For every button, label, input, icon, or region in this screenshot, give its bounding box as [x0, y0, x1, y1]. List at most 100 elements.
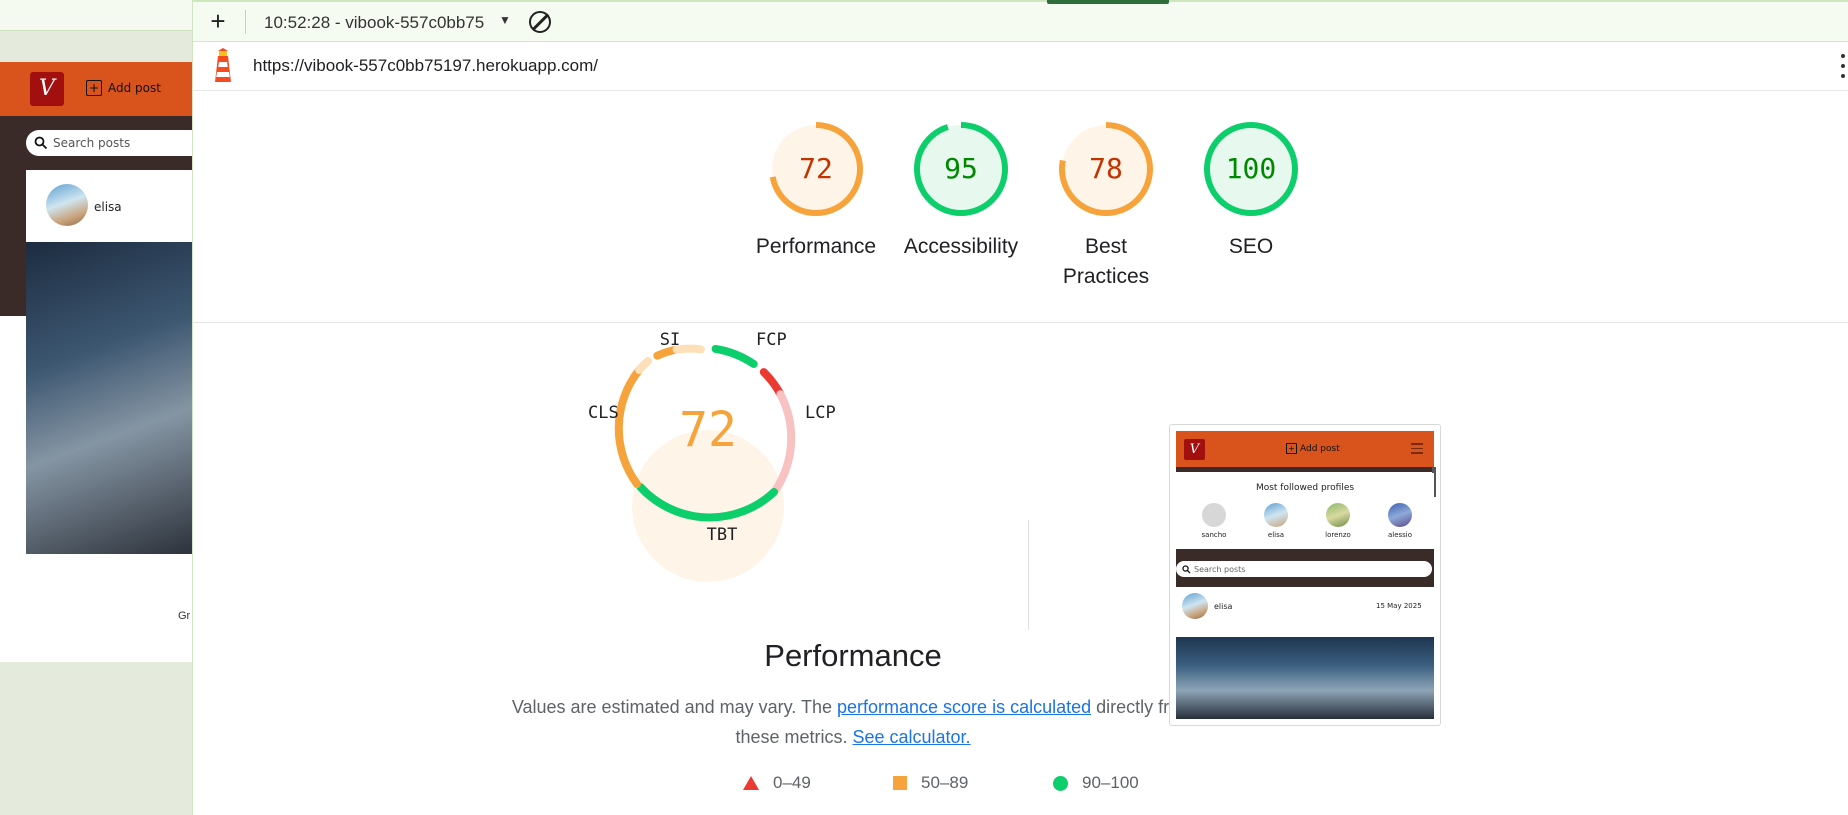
lighthouse-report-panel: + 10:52:28 - vibook-557c0bb75 ▼ https://…: [192, 0, 1848, 815]
most-followed-title: Most followed profiles: [1255, 483, 1355, 493]
gauge-accessibility-ring: 95: [914, 122, 1008, 216]
avatar: [1388, 503, 1412, 527]
screenshot-profile: elisa: [1256, 503, 1296, 539]
circle-icon: [1053, 775, 1068, 791]
metric-label-lcp: LCP: [805, 403, 836, 423]
report-url-bar: https://vibook-557c0bb75197.herokuapp.co…: [193, 42, 1848, 91]
avatar: [1202, 503, 1226, 527]
screenshot-most-followed: Most followed profiles sancho elisa lore…: [1176, 473, 1434, 549]
performance-title: Performance: [764, 638, 942, 673]
gauge-label: Performance: [755, 235, 877, 258]
metric-label-cls: CLS: [588, 403, 619, 423]
active-indicator: [1047, 0, 1169, 4]
performance-score: 72: [679, 402, 737, 458]
screenshot-search: Search posts: [1176, 561, 1432, 577]
gauge-performance[interactable]: 72 Performance: [751, 120, 881, 262]
screenshot-header: V + Add post: [1176, 431, 1434, 467]
score-gauges: 72 Performance 95 Accessibility 78 Best …: [193, 90, 1848, 323]
section-divider: [1028, 520, 1029, 630]
avatar[interactable]: [46, 184, 88, 226]
screenshot-logo: V: [1184, 439, 1205, 460]
triangle-icon: [743, 776, 759, 790]
background-app: V + Add post Search posts elisa Gr: [0, 62, 192, 662]
screenshot-add-post-label: Add post: [1300, 443, 1340, 454]
gauge-best-practices[interactable]: 78 Best Practices: [1041, 120, 1171, 292]
lcp-segment-remaining: [771, 390, 796, 494]
legend-average: 50–89: [893, 773, 968, 793]
app-logo[interactable]: V: [30, 72, 64, 106]
more-options-icon[interactable]: [1841, 52, 1845, 80]
clear-reports-icon[interactable]: [529, 11, 551, 33]
final-screenshot-thumbnail[interactable]: V + Add post Most followed profiles sanc…: [1169, 424, 1441, 726]
performance-score-link[interactable]: performance score is calculated: [837, 697, 1091, 717]
legend-range: 50–89: [921, 773, 969, 792]
search-icon: [1182, 564, 1191, 573]
see-calculator-link[interactable]: See calculator.: [852, 727, 970, 747]
description-text: Values are estimated and may vary. The: [511, 697, 837, 717]
add-post-button[interactable]: + Add post: [86, 80, 161, 96]
profile-name: lorenzo: [1325, 531, 1351, 539]
cls-segment-remaining: [635, 357, 652, 374]
gauge-score: 78: [1089, 152, 1123, 185]
screenshot-profile: sancho: [1194, 503, 1234, 539]
report-selector[interactable]: 10:52:28 - vibook-557c0bb75: [264, 13, 494, 33]
gauge-score: 100: [1226, 152, 1277, 185]
post-image[interactable]: [26, 242, 192, 554]
report-toolbar: + 10:52:28 - vibook-557c0bb75 ▼: [193, 0, 1848, 42]
profile-name: alessio: [1387, 531, 1413, 539]
screenshot-profile: alessio: [1380, 503, 1420, 539]
screenshot-post-image: [1176, 637, 1434, 719]
gauge-seo-ring: 100: [1204, 122, 1298, 216]
metric-label-fcp: FCP: [756, 330, 787, 350]
search-input[interactable]: Search posts: [26, 130, 192, 156]
gauge-performance-ring: 72: [769, 122, 863, 216]
profile-name: sancho: [1201, 531, 1227, 539]
chevron-down-icon[interactable]: ▼: [499, 13, 511, 27]
hamburger-icon: [1411, 443, 1423, 454]
search-placeholder: Search posts: [53, 136, 131, 150]
legend-fail: 0–49: [743, 773, 811, 793]
gauge-label: Best Practices: [1062, 235, 1150, 288]
gauge-accessibility[interactable]: 95 Accessibility: [896, 120, 1026, 262]
screenshot-strip: [1176, 467, 1434, 472]
gauge-score: 95: [944, 152, 978, 185]
performance-metrics-gauge: FCP SI LCP CLS TBT 72: [588, 330, 836, 582]
screenshot-add-post: + Add post: [1286, 443, 1340, 454]
toolbar-divider: [245, 10, 246, 34]
post-text-fragment: Gr: [178, 610, 191, 622]
square-icon: [893, 776, 907, 790]
legend-range: 90–100: [1082, 773, 1139, 792]
gauge-label: Accessibility: [903, 235, 1019, 258]
legend-pass: 90–100: [1053, 773, 1139, 793]
profile-name: elisa: [1267, 531, 1285, 539]
report-url[interactable]: https://vibook-557c0bb75197.herokuapp.co…: [253, 56, 598, 76]
gauge-score: 72: [799, 152, 833, 185]
screenshot-post-user: elisa: [1214, 602, 1233, 611]
performance-description: Values are estimated and may vary. The p…: [508, 692, 1198, 752]
score-legend: 0–49 50–89 90–100: [553, 770, 1153, 800]
add-post-label: Add post: [108, 81, 161, 95]
post-username[interactable]: elisa: [94, 200, 122, 214]
screenshot-search-placeholder: Search posts: [1194, 564, 1246, 574]
gauge-best-practices-ring: 78: [1059, 122, 1153, 216]
background-app-header: V + Add post: [0, 62, 192, 116]
new-report-button[interactable]: +: [205, 8, 231, 34]
metric-label-si: SI: [660, 330, 680, 350]
performance-section: FCP SI LCP CLS TBT 72 Performance Values…: [193, 322, 1848, 815]
screenshot-post-date: 15 May 2025: [1376, 602, 1422, 610]
gauge-label: SEO: [1228, 235, 1274, 258]
plus-square-icon: +: [86, 80, 102, 96]
lcp-segment: [759, 368, 785, 399]
legend-range: 0–49: [773, 773, 811, 792]
cls-segment: [614, 366, 644, 488]
avatar: [1264, 503, 1288, 527]
plus-square-icon: +: [1286, 443, 1297, 454]
gauge-seo[interactable]: 100 SEO: [1186, 120, 1316, 262]
background-window-titlebar: [0, 0, 192, 31]
screenshot-post: elisa 15 May 2025: [1176, 587, 1434, 627]
background-window: V + Add post Search posts elisa Gr: [0, 0, 192, 815]
metric-label-tbt: TBT: [707, 525, 738, 545]
avatar: [1182, 593, 1208, 619]
search-icon: [34, 136, 48, 150]
screenshot-profile: lorenzo: [1318, 503, 1358, 539]
